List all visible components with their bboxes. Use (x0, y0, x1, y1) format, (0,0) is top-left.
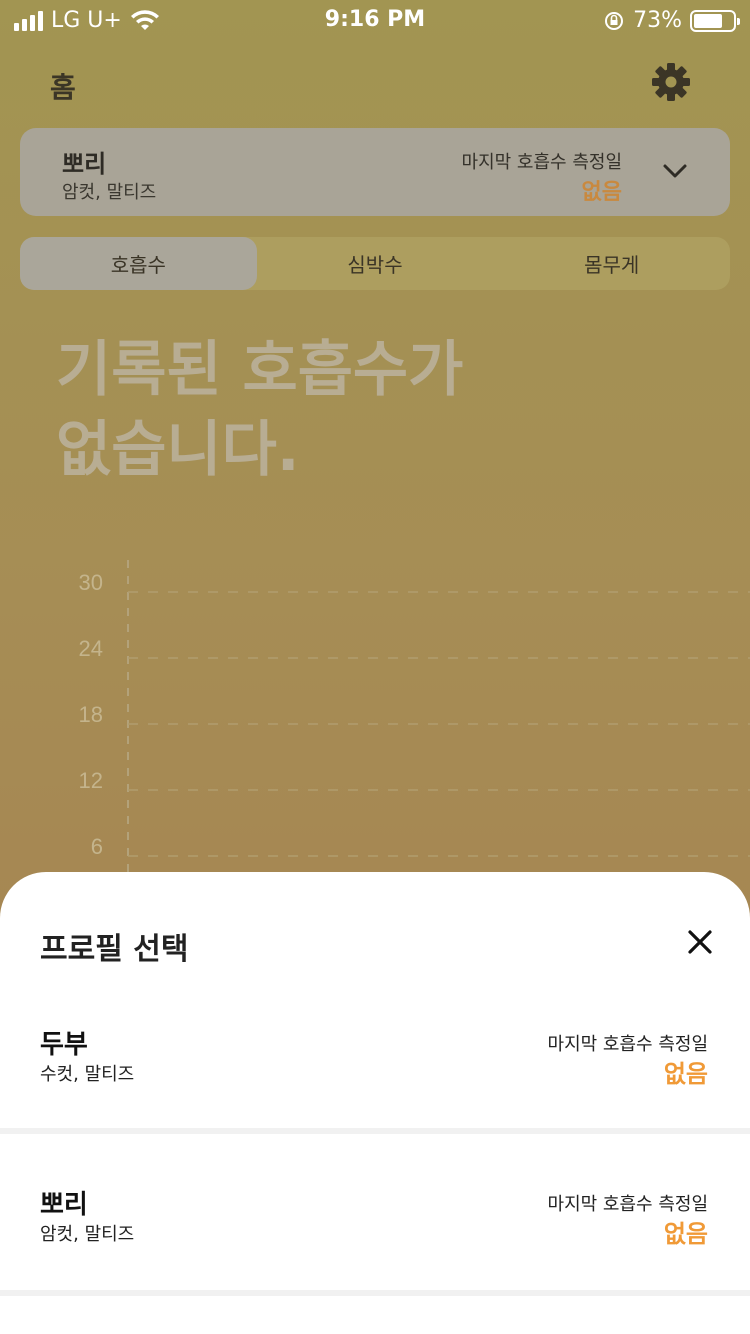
profile-item-measure-label: 마지막 호흡수 측정일 (547, 1194, 708, 1215)
chart-y-tick-label: 12 (79, 768, 103, 793)
profile-item-measure-value: 없음 (663, 1060, 708, 1088)
respiration-chart: 30 24 18 12 6 (0, 540, 750, 880)
profile-item-details: 수컷, 말티즈 (40, 1064, 135, 1085)
chart-y-tick-label: 30 (79, 570, 103, 595)
tab-heart-rate[interactable]: 심박수 (257, 237, 494, 290)
chart-canvas: 30 24 18 12 6 (79, 560, 750, 880)
profile-item-measure-label: 마지막 호흡수 측정일 (547, 1034, 708, 1055)
metric-tabs: 호흡수 심박수 몸무게 (20, 237, 730, 290)
chevron-down-icon[interactable] (662, 158, 688, 184)
chart-y-tick-label: 6 (91, 834, 103, 859)
battery-icon (690, 9, 740, 32)
close-icon[interactable] (684, 926, 716, 958)
profile-select-sheet: 프로필 선택 두부 수컷, 말티즈 마지막 호흡수 측정일 없음 뽀리 암컷, … (0, 872, 750, 1334)
profile-item-measure-value: 없음 (663, 1220, 708, 1248)
chart-y-tick-label: 24 (79, 636, 103, 661)
profile-list-item[interactable]: 뽀리 암컷, 말티즈 마지막 호흡수 측정일 없음 (0, 1156, 750, 1304)
gear-icon[interactable] (651, 62, 691, 102)
current-profile-card[interactable]: 뽀리 암컷, 말티즈 마지막 호흡수 측정일 없음 (20, 128, 730, 216)
sheet-title: 프로필 선택 (40, 932, 189, 967)
last-measure-label: 마지막 호흡수 측정일 (461, 152, 622, 173)
profile-item-name: 두부 (40, 1030, 88, 1060)
profile-list-item[interactable]: 두부 수컷, 말티즈 마지막 호흡수 측정일 없음 (0, 996, 750, 1144)
divider (0, 1128, 750, 1134)
tab-respiration[interactable]: 호흡수 (20, 237, 257, 290)
profile-details: 암컷, 말티즈 (62, 182, 157, 203)
profile-item-details: 암컷, 말티즈 (40, 1224, 135, 1245)
rotation-lock-icon (605, 11, 624, 30)
profile-item-name: 뽀리 (40, 1190, 88, 1220)
profile-name: 뽀리 (62, 150, 107, 178)
chart-y-tick-label: 18 (79, 702, 103, 727)
divider (0, 1290, 750, 1296)
battery-percent: 73% (633, 8, 682, 33)
tab-weight[interactable]: 몸무게 (493, 237, 730, 290)
status-bar: LG U+ 9:16 PM 73% (0, 0, 750, 40)
empty-state-message: 기록된 호흡수가 없습니다. (56, 335, 464, 485)
last-measure-value: 없음 (581, 180, 622, 205)
page-title: 홈 (50, 71, 76, 104)
